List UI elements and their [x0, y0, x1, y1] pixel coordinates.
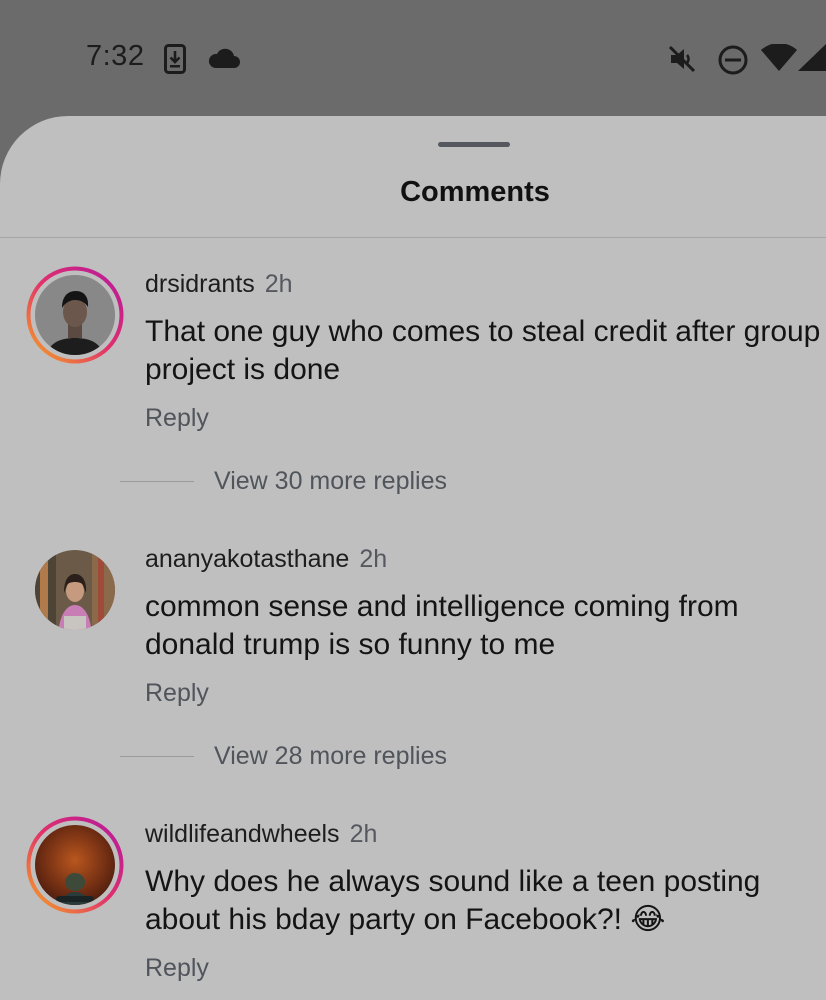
comment-text: That one guy who comes to steal credit a…	[145, 315, 821, 386]
view-replies-label[interactable]: View 30 more replies	[214, 467, 447, 496]
signal-icon	[798, 44, 826, 77]
comment-meta: ananyakotasthane 2h	[145, 545, 387, 574]
cloud-icon	[207, 47, 241, 74]
username[interactable]: wildlifeandwheels	[145, 820, 340, 848]
comments-sheet: Comments drsidrants 2h That one guy who …	[0, 116, 826, 1000]
reply-button[interactable]: Reply	[145, 954, 209, 983]
do-not-disturb-icon	[717, 44, 749, 81]
avatar[interactable]	[26, 541, 124, 639]
comment-text: common sense and intelligence coming fro…	[145, 590, 739, 661]
reply-button[interactable]: Reply	[145, 679, 209, 708]
comment-time: 2h	[359, 545, 388, 573]
reply-button[interactable]: Reply	[145, 404, 209, 433]
avatar[interactable]	[26, 266, 124, 364]
username[interactable]: ananyakotasthane	[145, 545, 349, 573]
sheet-title: Comments	[400, 176, 550, 208]
status-time: 7:32	[86, 40, 145, 72]
wifi-icon	[760, 43, 798, 77]
comment-text: Why does he always sound like a teen pos…	[145, 865, 761, 936]
username[interactable]: drsidrants	[145, 270, 255, 298]
drag-handle[interactable]	[438, 142, 510, 147]
download-icon	[164, 44, 186, 79]
comment-meta: wildlifeandwheels 2h	[145, 820, 377, 849]
view-replies-label[interactable]: View 28 more replies	[214, 742, 447, 771]
replies-divider	[120, 481, 194, 482]
status-bar: 7:32	[0, 0, 826, 116]
avatar[interactable]	[26, 816, 124, 914]
comment-meta: drsidrants 2h	[145, 270, 293, 299]
comment-time: 2h	[349, 820, 378, 848]
mute-icon	[667, 44, 697, 79]
divider	[0, 237, 826, 238]
comment-time: 2h	[264, 270, 293, 298]
replies-divider	[120, 756, 194, 757]
